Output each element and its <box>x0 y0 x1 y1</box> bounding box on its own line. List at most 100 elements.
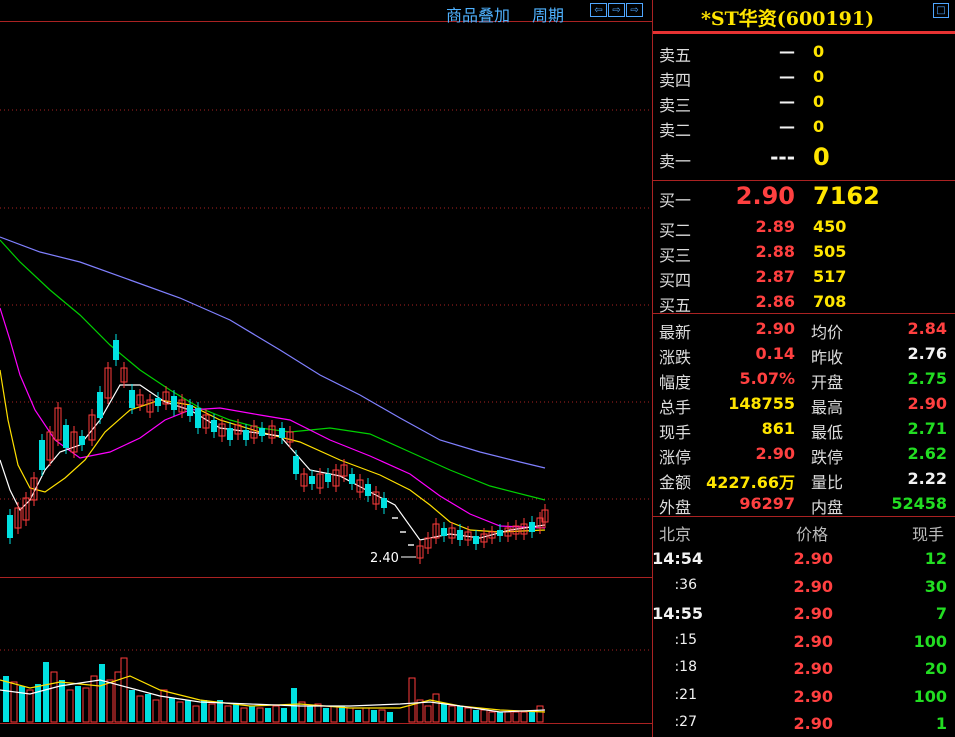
bid-volume: 708 <box>813 292 847 311</box>
bid-row[interactable]: 买二 2.89 450 <box>653 215 955 240</box>
bid-row[interactable]: 买三 2.88 505 <box>653 240 955 265</box>
tick-volume: 12 <box>924 549 947 568</box>
arrow-left-icon[interactable]: ⇦ <box>590 3 607 17</box>
ask-label: 卖四 <box>659 71 692 90</box>
ask-volume: 0 <box>813 92 825 111</box>
tick-price: 2.90 <box>793 714 833 733</box>
ask-row[interactable]: 卖二 — 0 <box>653 115 955 140</box>
bid-price: 2.88 <box>755 242 795 261</box>
candle-body <box>227 428 233 440</box>
volume-bar <box>82 687 90 723</box>
ask-price: — <box>779 117 795 136</box>
volume-bar <box>256 707 264 723</box>
dock-icon[interactable]: ⇨ <box>626 3 643 17</box>
tick-price: 2.90 <box>793 659 833 678</box>
volume-bar <box>307 706 313 722</box>
ticks-header-market: 北京 <box>659 525 692 544</box>
stat-value: 2.84 <box>907 319 947 338</box>
volume-bar <box>378 709 386 723</box>
bid-price: 2.90 <box>735 182 795 210</box>
volume-bar <box>19 686 25 722</box>
volume-bar <box>35 684 41 722</box>
stat-label: 内盘 <box>811 498 844 517</box>
volume-bar <box>529 712 535 722</box>
candle-body <box>259 428 265 436</box>
candle-body <box>129 390 135 408</box>
stat-value: 148755 <box>728 394 795 413</box>
volume-bar <box>314 703 322 723</box>
stat-label: 最新 <box>659 323 692 342</box>
bid-row[interactable]: 买四 2.87 517 <box>653 265 955 290</box>
ask-label: 卖一 <box>659 152 692 171</box>
ask-row[interactable]: 卖四 — 0 <box>653 65 955 90</box>
window-icon[interactable]: □ <box>933 3 949 18</box>
ask-row[interactable]: 卖一 --- 0 <box>653 143 955 173</box>
period-button[interactable]: 周期 <box>532 2 564 26</box>
candle-body <box>195 408 201 428</box>
volume-bar <box>265 708 271 722</box>
bid-row[interactable]: 买一 2.90 7162 <box>653 182 955 212</box>
stat-label: 跌停 <box>811 448 844 467</box>
ask-label: 卖二 <box>659 121 692 140</box>
tick-price: 2.90 <box>793 631 833 651</box>
volume-bar <box>240 707 248 723</box>
stat-value: 2.76 <box>907 344 947 363</box>
candle-body <box>473 536 479 544</box>
bid-label: 买一 <box>659 191 692 210</box>
stat-value: 2.22 <box>907 469 947 488</box>
arrow-right-icon[interactable]: ⇨ <box>608 3 625 17</box>
tick-time: :27 <box>674 714 697 730</box>
tick-row: :15 2.90 100 <box>653 631 955 655</box>
candle-body <box>171 396 177 410</box>
candle-body <box>309 476 315 484</box>
volume-bar <box>106 679 114 723</box>
stat-value: 2.90 <box>755 319 795 338</box>
kline-chart-area[interactable]: 2.40 商品叠加 周期 ⇦ ⇨ ⇨ <box>0 0 652 737</box>
ask-volume: 0 <box>813 67 825 86</box>
stat-label: 涨跌 <box>659 348 692 367</box>
stat-label: 外盘 <box>659 498 692 517</box>
candle-body <box>39 440 45 470</box>
volume-bar <box>362 707 370 723</box>
candle-body <box>7 515 13 538</box>
stat-row: 涨跌 0.14 昨收 2.76 <box>653 343 955 367</box>
volume-bar <box>512 711 520 723</box>
ask-row[interactable]: 卖五 — 0 <box>653 40 955 65</box>
candle-body <box>497 530 503 536</box>
tick-row: :36 2.90 30 <box>653 576 955 600</box>
bid-price: 2.87 <box>755 267 795 286</box>
volume-bar <box>339 706 345 722</box>
ask-row[interactable]: 卖三 — 0 <box>653 90 955 115</box>
candle-body <box>113 340 119 360</box>
volume-bar <box>208 703 216 723</box>
volume-bar <box>120 657 128 723</box>
tick-volume: 7 <box>935 604 947 623</box>
tick-time: :36 <box>674 576 697 593</box>
stat-label: 量比 <box>811 473 844 492</box>
stat-value: 2.71 <box>907 419 947 438</box>
divider <box>653 516 955 517</box>
stat-row: 幅度 5.07% 开盘 2.75 <box>653 368 955 392</box>
stat-label: 昨收 <box>811 348 844 367</box>
stat-value: 4227.66万 <box>706 473 795 492</box>
volume-bar <box>10 681 18 723</box>
bid-volume: 505 <box>813 242 847 261</box>
stat-row: 金额 4227.66万 量比 2.22 <box>653 468 955 492</box>
stat-label: 幅度 <box>659 373 692 392</box>
volume-bar <box>169 698 175 722</box>
kline-chart[interactable]: 2.40 <box>0 0 652 737</box>
candle-body <box>155 398 161 406</box>
overlay-button[interactable]: 商品叠加 <box>446 2 510 26</box>
candle-body <box>79 436 85 445</box>
stat-value: 2.62 <box>907 444 947 463</box>
candle-body <box>365 484 371 496</box>
tick-row: :21 2.90 100 <box>653 686 955 710</box>
candle-body <box>211 420 217 432</box>
candle-body <box>97 392 103 418</box>
stat-row: 涨停 2.90 跌停 2.62 <box>653 443 955 467</box>
volume-bar <box>473 710 479 722</box>
volume-bar <box>441 704 447 722</box>
bid-row[interactable]: 买五 2.86 708 <box>653 290 955 315</box>
ask-volume: 0 <box>813 42 825 61</box>
tick-time: 14:54 <box>652 549 703 568</box>
